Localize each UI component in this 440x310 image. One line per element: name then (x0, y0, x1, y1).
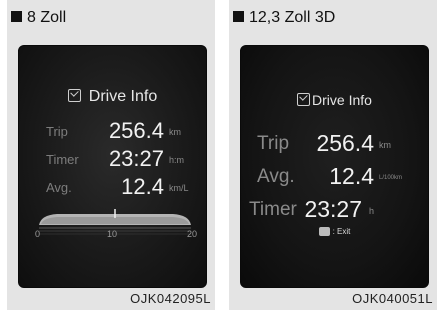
gauge-max-label: 20 (187, 229, 198, 239)
checkbox-icon (297, 93, 311, 106)
timer-label: Timer (249, 199, 297, 220)
average-label: Avg. (257, 166, 295, 187)
cluster-screen-8-inch: Drive Info Trip 256.4 km Timer 23:27 h:m… (18, 45, 207, 288)
checkbox-icon (67, 89, 81, 102)
square-bullet-icon (11, 11, 22, 22)
panel-title-text: 8 Zoll (27, 9, 67, 26)
panel-title: 8 Zoll (11, 9, 66, 27)
average-value: 12.4 (121, 174, 164, 199)
drive-info-title: Drive Info (312, 92, 372, 108)
panel-title: 12,3 Zoll 3D (233, 9, 335, 27)
panel-12-inch-3d: 12,3 Zoll 3D Drive Info Trip 256.4 km Av… (229, 0, 437, 310)
image-code: OJK042095L (130, 291, 211, 306)
drive-info-header: Drive Info (19, 88, 206, 106)
trip-value: 256.4 (108, 118, 164, 143)
trip-row: Trip 256.4 km (241, 130, 428, 156)
timer-label: Timer (46, 152, 79, 167)
average-row: Avg. 12.4 km/L (19, 174, 206, 200)
trip-value: 256.4 (316, 130, 374, 156)
average-unit: L/100km (379, 175, 403, 181)
drive-info-header: Drive Info (241, 92, 428, 108)
average-unit: km/L (169, 183, 189, 193)
timer-row: Timer 23:27 h (241, 196, 428, 222)
timer-value: 23:27 (108, 146, 164, 171)
drive-info-title: Drive Info (88, 88, 158, 105)
steering-button-icon (318, 227, 330, 236)
image-code: OJK040051L (352, 291, 433, 306)
trip-unit: km (169, 127, 181, 137)
trip-label: Trip (46, 124, 68, 139)
gauge-mid-label: 10 (107, 229, 118, 239)
cluster-screen-12-inch: Drive Info Trip 256.4 km Avg. 12.4 L/100… (240, 45, 429, 288)
timer-row: Timer 23:27 h:m (19, 146, 206, 172)
average-value: 12.4 (329, 163, 374, 189)
exit-hint: : Exit (241, 227, 428, 236)
trip-unit: km (379, 140, 391, 150)
exit-label: : Exit (332, 227, 351, 236)
trip-label: Trip (257, 133, 290, 154)
square-bullet-icon (233, 11, 244, 22)
panel-title-text: 12,3 Zoll 3D (249, 9, 336, 26)
timer-value: 23:27 (304, 196, 362, 222)
gauge-min-label: 0 (35, 229, 41, 239)
timer-unit: h:m (169, 155, 185, 165)
panel-8-inch: 8 Zoll Drive Info Trip 256.4 km Timer 23… (7, 0, 215, 310)
trip-row: Trip 256.4 km (19, 118, 206, 144)
average-label: Avg. (46, 180, 72, 195)
average-row: Avg. 12.4 L/100km (241, 163, 428, 189)
timer-unit: h (369, 206, 375, 216)
